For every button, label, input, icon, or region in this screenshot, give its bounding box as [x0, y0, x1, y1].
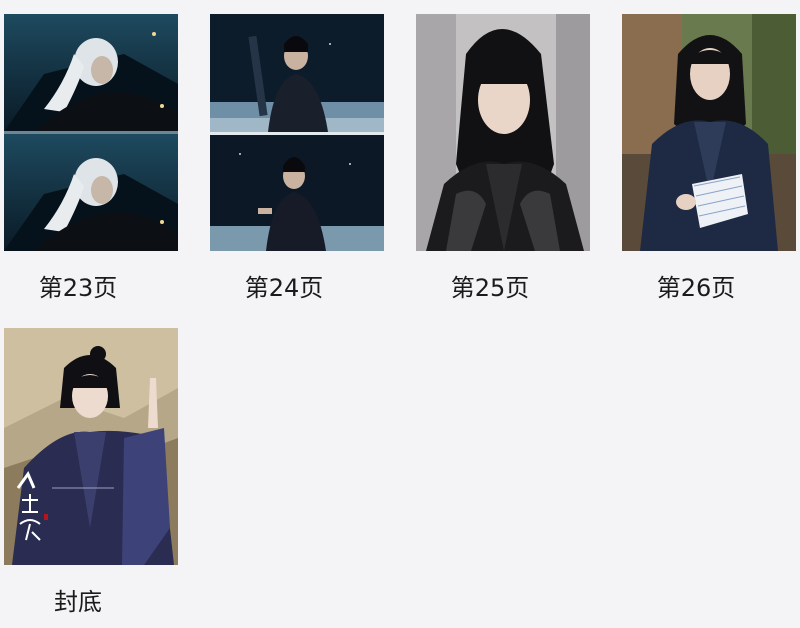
page-label-23: 第23页	[38, 274, 118, 302]
page-thumbnail-23[interactable]	[4, 14, 178, 251]
page-label-26: 第26页	[656, 274, 736, 302]
poster-back-cover-icon	[4, 328, 178, 565]
page-label-24: 第24页	[244, 274, 324, 302]
page-thumbnail-24[interactable]	[210, 14, 384, 251]
portrait-sword-night-scene-icon	[210, 14, 384, 251]
portrait-long-black-hair-icon	[416, 14, 590, 251]
page-label-25: 第25页	[450, 274, 530, 302]
back-cover-label: 封底	[54, 588, 102, 616]
back-cover-thumbnail[interactable]	[4, 328, 178, 565]
portrait-reading-script-icon	[622, 14, 796, 251]
page-thumbnail-26[interactable]	[622, 14, 796, 251]
portrait-white-hair-dark-cape-icon	[4, 14, 178, 251]
page-thumbnail-25[interactable]	[416, 14, 590, 251]
